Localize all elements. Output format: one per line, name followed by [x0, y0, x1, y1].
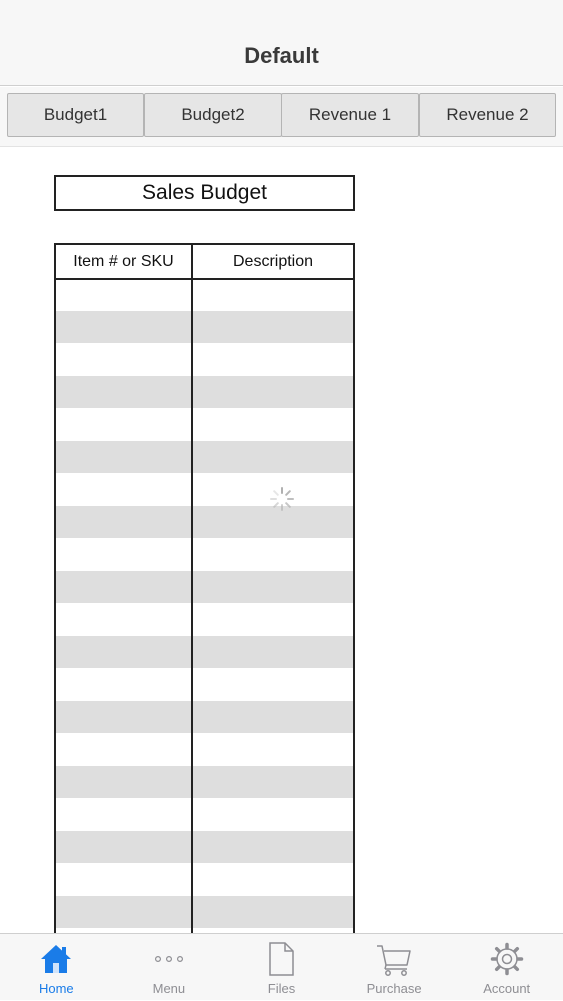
table-row[interactable] — [56, 375, 353, 409]
table-row[interactable] — [56, 408, 353, 441]
cell-description[interactable] — [193, 441, 353, 474]
table-row[interactable] — [56, 733, 353, 766]
sheet-tab-strip: Budget1 Budget2 Revenue 1 Revenue 2 — [0, 87, 563, 147]
cell-item-sku[interactable] — [56, 473, 191, 506]
cell-item-sku[interactable] — [56, 636, 191, 669]
table-header: Item # or SKU Description — [56, 245, 353, 280]
table-row[interactable] — [56, 635, 353, 669]
cell-item-sku[interactable] — [56, 311, 191, 344]
table-row[interactable] — [56, 278, 353, 311]
table-row[interactable] — [56, 505, 353, 539]
cell-item-sku[interactable] — [56, 376, 191, 409]
column-header-item-sku: Item # or SKU — [73, 252, 174, 270]
table-row[interactable] — [56, 538, 353, 571]
table-row[interactable] — [56, 310, 353, 344]
cell-description[interactable] — [193, 636, 353, 669]
cell-item-sku[interactable] — [56, 733, 191, 766]
navigation-bar: Default — [0, 0, 563, 86]
tab-menu[interactable]: Menu — [113, 934, 226, 1001]
column-header-description: Description — [232, 252, 314, 270]
table-row[interactable] — [56, 798, 353, 831]
file-icon — [261, 940, 301, 978]
table-row[interactable] — [56, 700, 353, 734]
cell-item-sku[interactable] — [56, 538, 191, 571]
cell-description[interactable] — [193, 571, 353, 604]
cell-description[interactable] — [193, 278, 353, 311]
tab-home[interactable]: Home — [0, 934, 113, 1001]
cart-icon — [374, 940, 414, 978]
cell-item-sku[interactable] — [56, 441, 191, 474]
table-row[interactable] — [56, 895, 353, 929]
cell-description[interactable] — [193, 896, 353, 929]
cell-item-sku[interactable] — [56, 766, 191, 799]
more-dots-icon — [149, 940, 189, 978]
tab-revenue-2[interactable]: Revenue 2 — [419, 93, 556, 137]
cell-description[interactable] — [193, 798, 353, 831]
tab-files-label: Files — [267, 981, 296, 996]
cell-description[interactable] — [193, 831, 353, 864]
cell-item-sku[interactable] — [56, 863, 191, 896]
loading-spinner-icon — [270, 487, 294, 511]
tab-budget1[interactable]: Budget1 — [7, 93, 144, 137]
cell-description[interactable] — [193, 701, 353, 734]
cell-description[interactable] — [193, 863, 353, 896]
cell-item-sku[interactable] — [56, 701, 191, 734]
tab-purchase-label: Purchase — [366, 981, 422, 996]
bottom-tab-bar: Home Menu Files Purchase Account — [0, 933, 563, 1000]
table-row[interactable] — [56, 668, 353, 701]
tab-purchase[interactable]: Purchase — [338, 934, 451, 1001]
cell-description[interactable] — [193, 376, 353, 409]
page-title: Default — [244, 43, 319, 68]
tab-menu-label: Menu — [152, 981, 186, 996]
table-row[interactable] — [56, 765, 353, 799]
tab-account[interactable]: Account — [450, 934, 563, 1001]
tab-home-label: Home — [38, 981, 74, 996]
table-row[interactable] — [56, 343, 353, 376]
tab-files[interactable]: Files — [225, 934, 338, 1001]
sheet-content[interactable]: Sales Budget Item # or SKU Description — [0, 147, 563, 933]
cell-item-sku[interactable] — [56, 896, 191, 929]
home-icon — [36, 940, 76, 978]
cell-description[interactable] — [193, 766, 353, 799]
cell-item-sku[interactable] — [56, 603, 191, 636]
cell-item-sku[interactable] — [56, 278, 191, 311]
cell-item-sku[interactable] — [56, 343, 191, 376]
cell-description[interactable] — [193, 311, 353, 344]
cell-item-sku[interactable] — [56, 798, 191, 831]
cell-description[interactable] — [193, 408, 353, 441]
cell-item-sku[interactable] — [56, 831, 191, 864]
table-row[interactable] — [56, 570, 353, 604]
cell-description[interactable] — [193, 343, 353, 376]
table-row[interactable] — [56, 440, 353, 474]
cell-item-sku[interactable] — [56, 506, 191, 539]
cell-item-sku[interactable] — [56, 408, 191, 441]
cell-description[interactable] — [193, 603, 353, 636]
table-row[interactable] — [56, 473, 353, 506]
cell-description[interactable] — [193, 668, 353, 701]
tab-budget2[interactable]: Budget2 — [144, 93, 282, 137]
column-divider — [191, 245, 193, 933]
sales-budget-table: Item # or SKU Description — [54, 243, 355, 933]
cell-item-sku[interactable] — [56, 571, 191, 604]
sheet-title: Sales Budget — [54, 175, 355, 211]
tab-revenue-1[interactable]: Revenue 1 — [281, 93, 419, 137]
cell-item-sku[interactable] — [56, 668, 191, 701]
table-row[interactable] — [56, 863, 353, 896]
table-row[interactable] — [56, 603, 353, 636]
cell-description[interactable] — [193, 733, 353, 766]
gear-icon — [487, 940, 527, 978]
cell-description[interactable] — [193, 538, 353, 571]
tab-account-label: Account — [483, 981, 531, 996]
table-row[interactable] — [56, 830, 353, 864]
